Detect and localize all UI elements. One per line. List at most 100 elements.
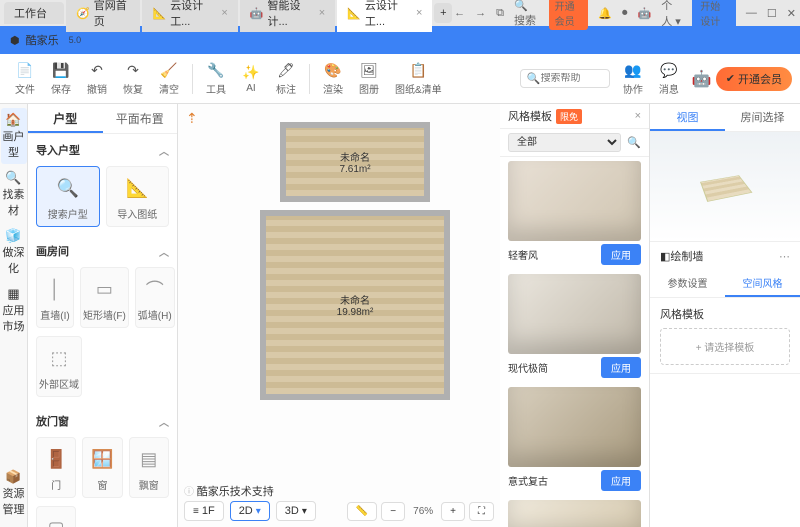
maximize-icon[interactable]: ☐	[767, 7, 777, 20]
apply-button[interactable]: 应用	[601, 244, 641, 265]
card-bay-window[interactable]: ▤飘窗	[129, 437, 169, 498]
close-icon[interactable]: ×	[635, 110, 641, 122]
view-2d-button[interactable]: 2D ▾	[230, 501, 270, 521]
annotate-button[interactable]: 🖊标注	[269, 60, 303, 98]
style-item-luxury[interactable]: 轻奢风应用	[508, 161, 641, 268]
style-template-panel: 风格模板 限免 × 全部 🔍 轻奢风应用 现代极简应用 意式复古应用	[500, 104, 650, 527]
nav-back-icon[interactable]: ←	[454, 7, 465, 19]
close-icon[interactable]: ×	[319, 7, 325, 19]
ai-button[interactable]: ✨AI	[235, 62, 267, 96]
style-item-extra[interactable]	[508, 500, 641, 527]
cube-preview	[700, 175, 752, 202]
clear-button[interactable]: 🧹清空	[152, 60, 186, 98]
render-button[interactable]: 🎨渲染	[316, 60, 350, 98]
rail-materials[interactable]: 🔍找素材	[1, 166, 27, 222]
minimize-icon[interactable]: —	[746, 7, 757, 19]
fit-button[interactable]: ⛶	[469, 502, 494, 521]
view-3d-button[interactable]: 3D ▾	[276, 501, 316, 521]
clear-icon: 🧹	[160, 62, 178, 80]
undo-button[interactable]: ↶撤销	[80, 60, 114, 98]
record-icon[interactable]: ⏺	[622, 7, 628, 20]
users-icon: 👥	[624, 62, 642, 80]
close-window-icon[interactable]: ✕	[787, 7, 796, 20]
style-filter-select[interactable]: 全部	[508, 133, 621, 152]
floorplan-canvas[interactable]: ⇡ 未命名 7.61m² 未命名 19.98m² ⓘ 酷家乐技术支持 ≡ 1F …	[178, 104, 500, 527]
close-icon[interactable]: ×	[416, 7, 422, 19]
help-search-input[interactable]	[541, 73, 601, 84]
tools-button[interactable]: 🔧工具	[199, 60, 233, 98]
messages-button[interactable]: 💬消息	[652, 60, 686, 98]
zoom-out-button[interactable]: −	[381, 502, 405, 521]
style-thumb	[508, 161, 641, 241]
start-design-button[interactable]: 开始设计	[692, 0, 736, 31]
main-toolbar: 📄文件 💾保存 ↶撤销 ↷恢复 🧹清空 🔧工具 ✨AI 🖊标注 🎨渲染 🖼图册 …	[0, 54, 800, 104]
select-template-button[interactable]: + 请选择模板	[660, 328, 790, 365]
ruler-button[interactable]: 📏	[347, 502, 377, 521]
user-menu[interactable]: 个人 ▾	[661, 0, 682, 29]
card-rect-wall[interactable]: ▭矩形墙(F)	[80, 267, 129, 328]
redo-button[interactable]: ↷恢复	[116, 60, 150, 98]
gallery-button[interactable]: 🖼图册	[352, 60, 386, 98]
file-icon: 📄	[16, 62, 34, 80]
preview-3d[interactable]	[650, 132, 800, 242]
save-button[interactable]: 💾保存	[44, 60, 78, 98]
zoom-level: 76%	[409, 506, 437, 517]
robot-icon[interactable]: 🤖	[692, 69, 712, 89]
chevron-up-icon: ︿	[159, 244, 169, 259]
section-draw-room[interactable]: 画房间︿	[36, 239, 169, 263]
style-item-italian[interactable]: 意式复古应用	[508, 387, 641, 494]
zoom-in-button[interactable]: +	[441, 502, 465, 521]
collaborate-button[interactable]: 👥协作	[616, 60, 650, 98]
room-1[interactable]: 未命名 7.61m²	[280, 122, 430, 202]
style-item-minimal[interactable]: 现代极简应用	[508, 274, 641, 381]
rp-tab-rooms[interactable]: 房间选择	[725, 104, 800, 131]
rail-market[interactable]: ▦应用市场	[1, 282, 27, 338]
wall-section-header[interactable]: ◧ 绘制墙⋯	[650, 242, 800, 270]
rail-deepen[interactable]: 🧊做深化	[1, 224, 27, 280]
card-search-floorplan[interactable]: 🔍搜索户型	[36, 166, 100, 227]
tab-homepage[interactable]: 🧭官网首页	[66, 0, 140, 32]
file-button[interactable]: 📄文件	[8, 60, 42, 98]
close-icon[interactable]: ×	[221, 7, 227, 19]
vip-button[interactable]: ✔开通会员	[716, 67, 792, 91]
card-opening[interactable]: ▢门窗洞	[36, 506, 76, 527]
floor-selector[interactable]: ≡ 1F	[184, 501, 224, 521]
card-door[interactable]: 🚪门	[36, 437, 76, 498]
card-import-drawing[interactable]: 📐导入图纸	[106, 166, 170, 227]
rail-resources[interactable]: 📦资源管理	[1, 465, 27, 521]
wrench-icon: 🔧	[207, 62, 225, 80]
subtab-params[interactable]: 参数设置	[650, 270, 725, 297]
nav-fwd-icon[interactable]: →	[475, 7, 486, 19]
card-outer-area[interactable]: ⬚外部区域	[36, 336, 82, 397]
apply-button[interactable]: 应用	[601, 357, 641, 378]
app-logo: ⬢ 酷家乐 5.0	[10, 32, 81, 48]
rail-floorplan[interactable]: 🏠画户型	[1, 108, 27, 164]
card-straight-wall[interactable]: │直墙(I)	[36, 267, 74, 328]
search-icon[interactable]: 🔍	[627, 136, 641, 149]
vip-badge[interactable]: 开通会员	[549, 0, 589, 30]
card-arc-wall[interactable]: ⌒弧墙(H)	[135, 267, 175, 328]
rp-tab-view[interactable]: 视图	[650, 104, 725, 131]
sidebar-tab-layout[interactable]: 平面布置	[103, 104, 178, 133]
tab-cloud-design-2[interactable]: 📐云设计工...×	[337, 0, 432, 32]
section-doors-windows[interactable]: 放门窗︿	[36, 409, 169, 433]
tab-smart-design[interactable]: 🤖智能设计...×	[240, 0, 335, 32]
sidebar-tab-floorplan[interactable]: 户型	[28, 104, 103, 133]
help-search[interactable]: 🔍	[520, 69, 610, 88]
copy-icon[interactable]: ⧉	[496, 7, 504, 20]
new-tab-button[interactable]: +	[434, 3, 452, 23]
bell-icon[interactable]: 🔔	[598, 7, 612, 20]
compass-icon: ⇡	[186, 110, 198, 127]
card-window[interactable]: 🪟窗	[82, 437, 122, 498]
robot-icon[interactable]: 🤖	[637, 7, 651, 20]
right-panel: 视图 房间选择 ◧ 绘制墙⋯ 参数设置 空间风格 风格模板 + 请选择模板	[650, 104, 800, 527]
section-import[interactable]: 导入户型︿	[36, 138, 169, 162]
tab-cloud-design-1[interactable]: 📐云设计工...×	[142, 0, 237, 32]
house-icon: 🏠	[1, 112, 27, 128]
apply-button[interactable]: 应用	[601, 470, 641, 491]
subtab-style[interactable]: 空间风格	[725, 270, 800, 297]
search-icon[interactable]: 🔍搜索	[514, 0, 539, 28]
tab-workspace[interactable]: 工作台	[4, 2, 64, 24]
room-2[interactable]: 未命名 19.98m²	[260, 210, 450, 400]
drawings-button[interactable]: 📋图纸&清单	[388, 60, 449, 98]
